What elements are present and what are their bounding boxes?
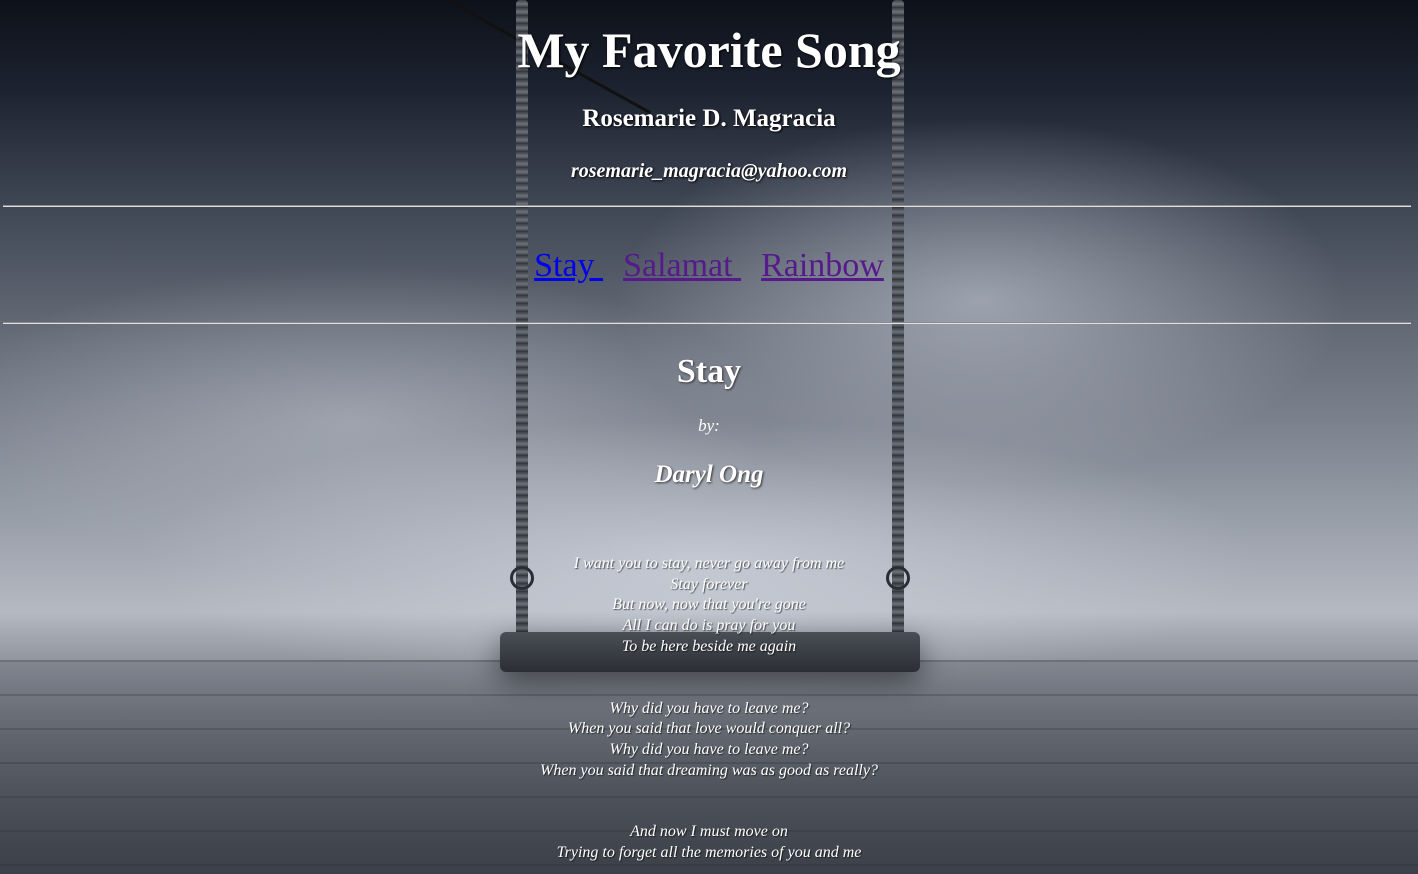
author-email: rosemarie_magracia@yahoo.com: [570, 160, 848, 182]
lyric-line: Trying to forget all the memories of you…: [556, 844, 862, 862]
top-divider: [3, 205, 1411, 207]
lyrics-stanza: I want you to stay, never go away from m…: [0, 554, 1418, 658]
lyric-line: All I can do is pray for you: [622, 617, 796, 635]
author-name: Rosemarie D. Magracia: [582, 105, 836, 132]
right-rope-decoration: [892, 0, 904, 640]
lyric-line: Why did you have to leave me?: [609, 740, 809, 758]
by-label: by:: [698, 416, 720, 435]
lyric-line: Stay forever: [670, 575, 748, 593]
lyric-line: But now, now that you're gone: [612, 596, 806, 614]
lyrics-stanza: Why did you have to leave me? When you s…: [0, 699, 1418, 782]
bottom-divider: [3, 322, 1411, 324]
nav-link-salamat[interactable]: Salamat: [623, 247, 741, 284]
lyrics-stanza: And now I must move on Trying to forget …: [0, 822, 1418, 863]
nav-link-rainbow[interactable]: Rainbow: [761, 247, 884, 284]
page-title: My Favorite Song: [517, 22, 901, 78]
nav-link-stay[interactable]: Stay: [534, 247, 603, 284]
song-navigation: Stay Salamat Rainbow: [0, 244, 1418, 288]
song-lyrics: I want you to stay, never go away from m…: [0, 554, 1418, 874]
lyric-line: To be here beside me again: [621, 637, 797, 655]
lyric-line: Why did you have to leave me?: [609, 699, 809, 717]
lyric-line: And now I must move on: [630, 823, 788, 841]
lyric-line: When you said that dreaming was as good …: [540, 761, 878, 779]
song-title: Stay: [676, 353, 742, 390]
lyric-line: I want you to stay, never go away from m…: [573, 555, 845, 572]
left-rope-decoration: [516, 0, 528, 640]
song-artist: Daryl Ong: [654, 461, 764, 488]
lyric-line: When you said that love would conquer al…: [567, 720, 851, 738]
